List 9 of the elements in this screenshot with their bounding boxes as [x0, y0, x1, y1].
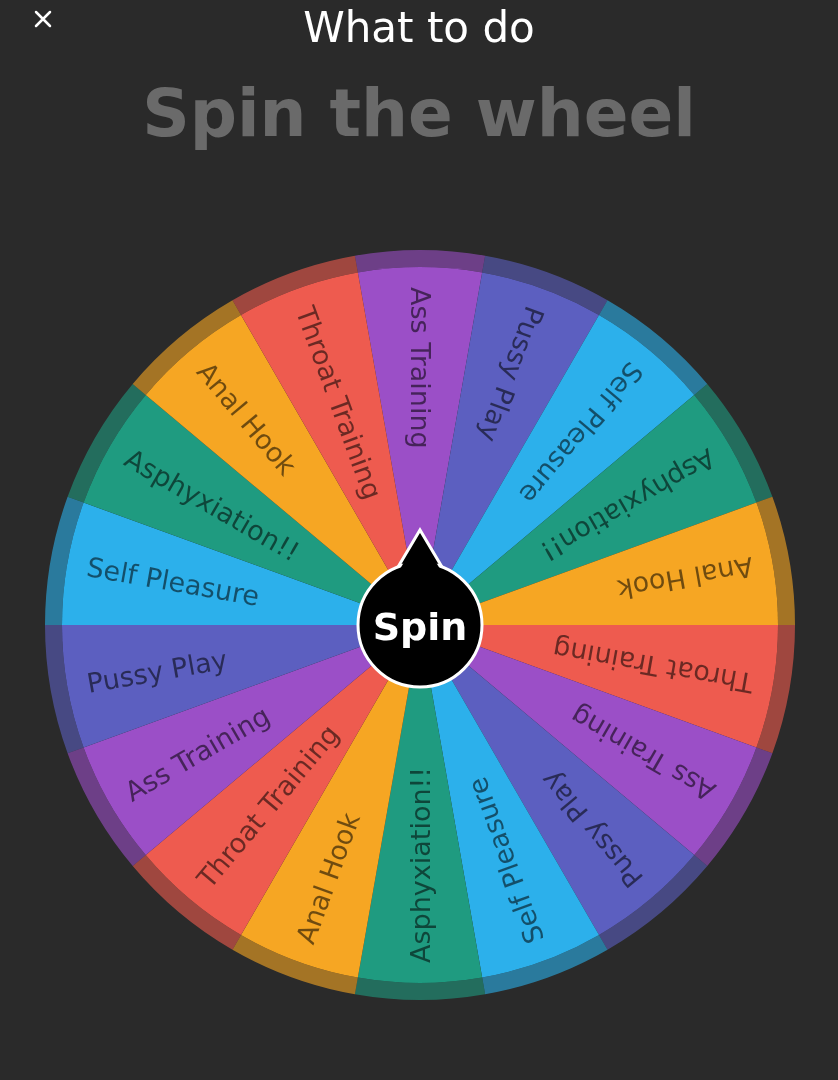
segment-label: Anal Hook: [289, 808, 366, 948]
segment-label: Ass Training: [404, 287, 436, 449]
segment-label: Asphyxiation!!: [404, 766, 436, 963]
close-icon[interactable]: [34, 10, 52, 28]
segment-label: Pussy Play: [472, 302, 551, 447]
screen-title: What to do: [303, 2, 535, 54]
page-heading: Spin the wheel: [142, 74, 696, 154]
segment-label: Pussy Play: [84, 643, 230, 699]
segment-label: Throat Training: [550, 633, 756, 699]
